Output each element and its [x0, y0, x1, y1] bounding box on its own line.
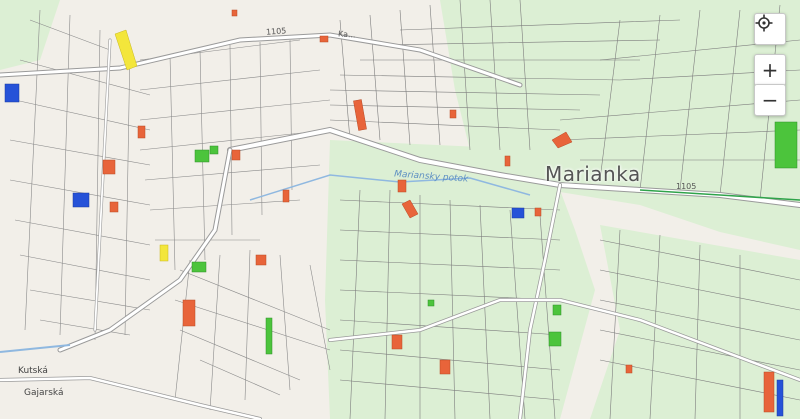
street-label-gajarska: Gajarská	[24, 388, 64, 398]
parcel-green[interactable]	[194, 149, 210, 163]
zoom-out-button[interactable]: −	[754, 84, 786, 116]
parcel-green[interactable]	[209, 145, 219, 155]
parcel-orange[interactable]	[391, 334, 403, 350]
parcel-green[interactable]	[427, 299, 435, 307]
parcel-orange[interactable]	[231, 9, 238, 17]
parcel-green[interactable]	[191, 261, 207, 273]
crosshair-locate-icon	[755, 14, 773, 32]
parcel-yellow[interactable]	[159, 244, 169, 262]
parcel-orange[interactable]	[625, 364, 633, 374]
parcel-blue[interactable]	[776, 379, 784, 417]
parcel-orange[interactable]	[534, 207, 542, 217]
parcel-orange[interactable]	[397, 179, 407, 193]
parcel-orange[interactable]	[109, 201, 119, 213]
parcel-blue[interactable]	[511, 207, 525, 219]
locate-button[interactable]	[754, 13, 786, 45]
parcel-orange[interactable]	[102, 159, 116, 175]
map-view[interactable]: Marianka Mariansky potok Kutská Gajarská…	[0, 0, 800, 419]
parcel-green[interactable]	[774, 121, 798, 169]
parcel-orange[interactable]	[504, 155, 511, 167]
parcel-blue[interactable]	[72, 192, 90, 208]
parcel-orange[interactable]	[255, 254, 267, 266]
map-canvas[interactable]	[0, 0, 800, 419]
parcel-orange[interactable]	[231, 149, 241, 161]
parcel-orange[interactable]	[137, 125, 146, 139]
parcel-orange[interactable]	[182, 299, 196, 327]
parcel-green[interactable]	[552, 304, 562, 316]
parcel-blue[interactable]	[4, 83, 20, 103]
town-label: Marianka	[545, 162, 641, 186]
zoom-in-button[interactable]: +	[754, 54, 786, 86]
road-number-label: 1105	[265, 26, 287, 37]
road-number-label-east: 1105	[676, 182, 697, 191]
parcel-orange[interactable]	[282, 189, 290, 203]
street-label-kutska: Kutská	[18, 366, 48, 376]
parcel-orange[interactable]	[319, 35, 329, 43]
parcel-orange[interactable]	[449, 109, 457, 119]
parcel-orange[interactable]	[439, 359, 451, 375]
road-name-label: Ka...	[337, 29, 356, 40]
parcel-green[interactable]	[548, 331, 562, 347]
parcel-green[interactable]	[265, 317, 273, 355]
parcel-orange[interactable]	[763, 371, 775, 413]
